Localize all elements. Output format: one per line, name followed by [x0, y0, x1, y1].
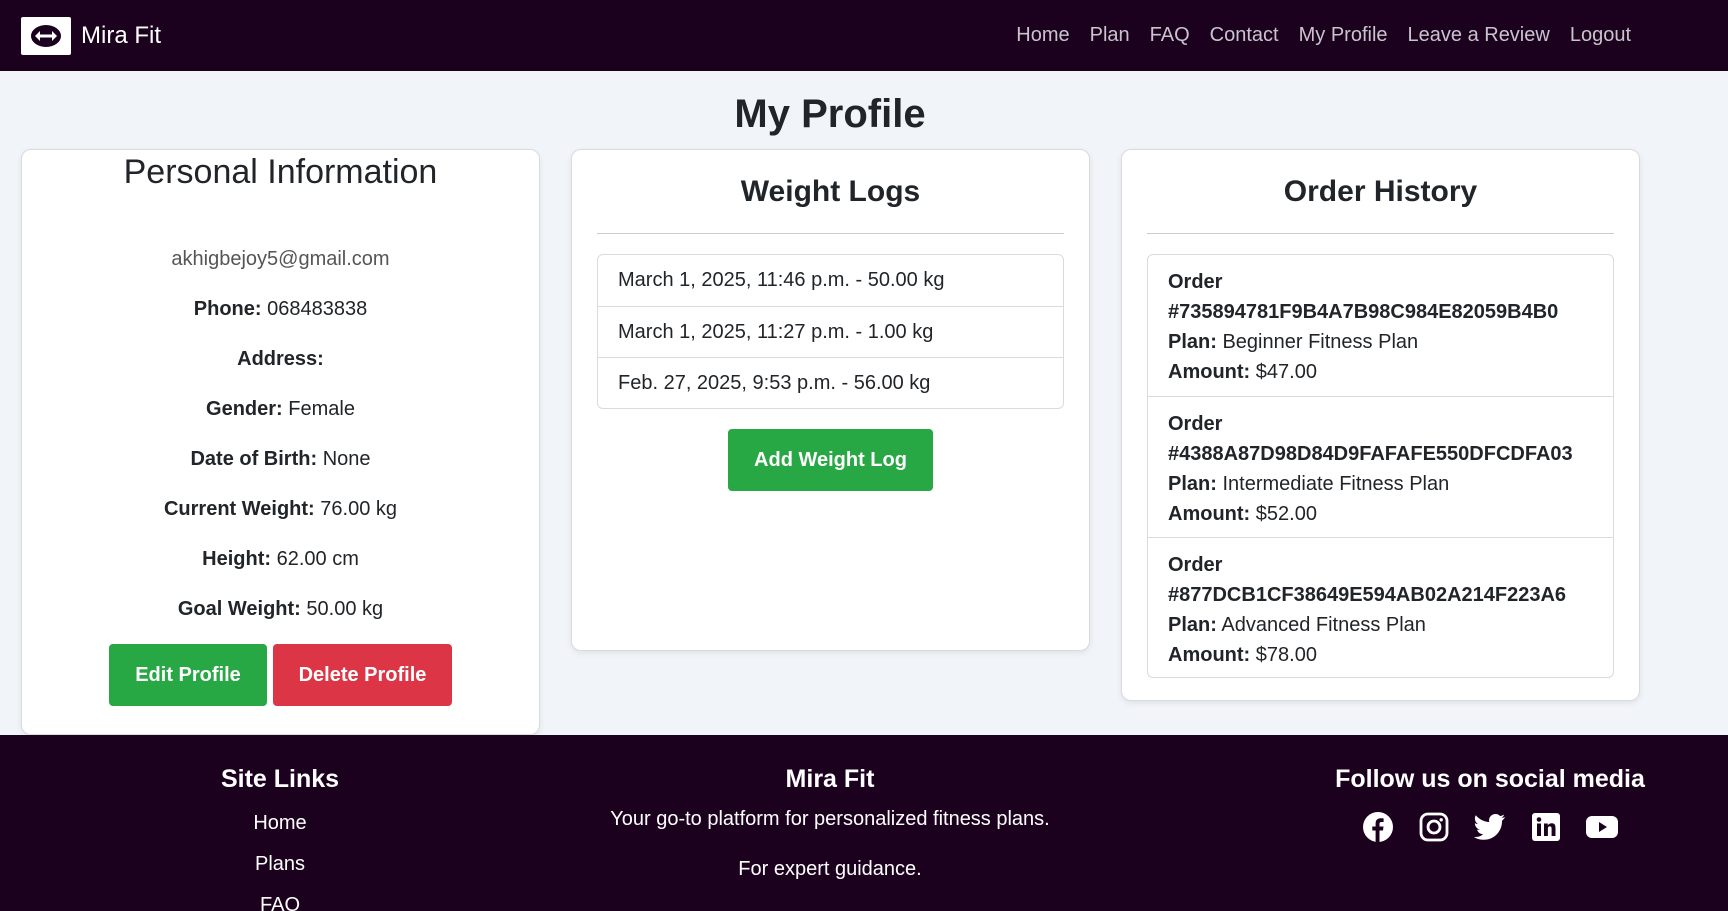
brand[interactable]: Mira Fit [21, 16, 161, 55]
height-row: Height: 62.00 cm [22, 548, 539, 571]
order-plan: Beginner Fitness Plan [1222, 331, 1419, 353]
phone-value: 068483838 [267, 298, 368, 320]
footer-social: Follow us on social media [1300, 765, 1680, 844]
brand-name: Mira Fit [81, 21, 161, 49]
phone-row: Phone: 068483838 [22, 298, 539, 321]
delete-profile-button[interactable]: Delete Profile [273, 644, 452, 706]
nav-home[interactable]: Home [1016, 24, 1069, 47]
current-weight-value: 76.00 kg [320, 498, 398, 520]
order-item: Order #4388A87D98D84D9FAFAFE550DFCDFA03 … [1148, 396, 1613, 537]
nav-my-profile[interactable]: My Profile [1299, 24, 1388, 47]
order-history-card: Order History Order #735894781F9B4A7B98C… [1121, 149, 1640, 701]
weight-log-item: March 1, 2025, 11:27 p.m. - 1.00 kg [598, 306, 1063, 357]
email-text: akhigbejoy5@gmail.com [171, 248, 390, 270]
footer-about-text2: For expert guidance. [738, 858, 922, 880]
weight-log-list: March 1, 2025, 11:46 p.m. - 50.00 kg Mar… [597, 254, 1064, 409]
goal-weight-row: Goal Weight: 50.00 kg [22, 598, 539, 621]
footer-link-home[interactable]: Home [180, 812, 380, 835]
dob-value: None [322, 448, 371, 470]
nav-leave-review[interactable]: Leave a Review [1408, 24, 1550, 47]
weight-logs-title: Weight Logs [740, 175, 921, 208]
phone-label: Phone: [193, 298, 262, 320]
footer-about-text: Your go-to platform for personalized fit… [610, 808, 1050, 830]
divider [1147, 233, 1614, 234]
twitter-icon[interactable] [1473, 810, 1507, 844]
footer-social-title: Follow us on social media [1335, 765, 1645, 793]
order-item: Order #735894781F9B4A7B98C984E82059B4B0 … [1148, 255, 1613, 396]
order-id: #4388A87D98D84D9FAFAFE550DFCDFA03 [1168, 443, 1573, 465]
nav-plan[interactable]: Plan [1090, 24, 1130, 47]
order-amount: $78.00 [1255, 644, 1317, 666]
gender-row: Gender: Female [22, 398, 539, 421]
order-label: Order [1168, 271, 1223, 293]
order-list: Order #735894781F9B4A7B98C984E82059B4B0 … [1147, 254, 1614, 678]
instagram-icon[interactable] [1417, 810, 1451, 844]
footer-link-plans[interactable]: Plans [180, 853, 380, 876]
address-label: Address: [237, 348, 324, 370]
dob-label: Date of Birth: [190, 448, 318, 470]
page-title: My Profile [734, 92, 926, 136]
personal-info-card: Personal Information akhigbejoy5@gmail.c… [21, 149, 540, 735]
nav-links: Home Plan FAQ Contact My Profile Leave a… [996, 0, 1631, 71]
footer-about: Mira Fit Your go-to platform for persona… [560, 765, 1100, 881]
add-weight-wrap: Add Weight Log [572, 429, 1089, 491]
top-navbar: Mira Fit Home Plan FAQ Contact My Profil… [0, 0, 1728, 71]
add-weight-log-button[interactable]: Add Weight Log [728, 429, 933, 491]
height-label: Height: [202, 548, 272, 570]
personal-info-title: Personal Information [123, 153, 438, 191]
gender-value: Female [288, 398, 355, 420]
gender-label: Gender: [206, 398, 283, 420]
amount-label: Amount: [1168, 361, 1251, 383]
youtube-icon[interactable] [1585, 810, 1619, 844]
current-weight-label: Current Weight: [163, 498, 315, 520]
footer-links-title: Site Links [220, 765, 340, 793]
nav-faq[interactable]: FAQ [1150, 24, 1190, 47]
dob-row: Date of Birth: None [22, 448, 539, 471]
goal-weight-value: 50.00 kg [306, 598, 384, 620]
order-plan: Intermediate Fitness Plan [1222, 473, 1450, 495]
divider [597, 233, 1064, 234]
weight-log-item: Feb. 27, 2025, 9:53 p.m. - 56.00 kg [598, 357, 1063, 408]
social-icons [1300, 810, 1680, 844]
linkedin-icon[interactable] [1529, 810, 1563, 844]
order-id: #735894781F9B4A7B98C984E82059B4B0 [1168, 301, 1559, 323]
order-id: #877DCB1CF38649E594AB02A214F223A6 [1168, 584, 1567, 606]
weight-log-item: March 1, 2025, 11:46 p.m. - 50.00 kg [618, 269, 945, 291]
order-plan: Advanced Fitness Plan [1221, 614, 1426, 636]
order-amount: $47.00 [1255, 361, 1317, 383]
order-label: Order [1168, 413, 1223, 435]
order-amount: $52.00 [1255, 503, 1317, 525]
dumbbell-icon [21, 16, 71, 55]
address-row: Address: [22, 348, 539, 371]
plan-label: Plan: [1168, 331, 1217, 353]
order-item: Order #877DCB1CF38649E594AB02A214F223A6 … [1148, 537, 1613, 677]
nav-contact[interactable]: Contact [1210, 24, 1279, 47]
height-value: 62.00 cm [276, 548, 359, 570]
footer-site-links: Site Links Home Plans FAQ [180, 765, 380, 911]
amount-label: Amount: [1168, 503, 1251, 525]
order-history-title: Order History [1283, 175, 1478, 208]
goal-weight-label: Goal Weight: [177, 598, 301, 620]
plan-label: Plan: [1168, 473, 1217, 495]
footer-link-faq[interactable]: FAQ [180, 894, 380, 911]
amount-label: Amount: [1168, 644, 1251, 666]
edit-profile-button[interactable]: Edit Profile [109, 644, 267, 706]
facebook-icon[interactable] [1361, 810, 1395, 844]
weight-logs-card: Weight Logs March 1, 2025, 11:46 p.m. - … [571, 149, 1090, 651]
profile-actions: Edit Profile Delete Profile [22, 644, 539, 706]
nav-logout[interactable]: Logout [1570, 24, 1631, 47]
plan-label: Plan: [1168, 614, 1217, 636]
footer: Site Links Home Plans FAQ Mira Fit Your … [0, 735, 1728, 911]
current-weight-row: Current Weight: 76.00 kg [22, 498, 539, 521]
order-label: Order [1168, 554, 1223, 576]
footer-about-title: Mira Fit [785, 765, 875, 793]
